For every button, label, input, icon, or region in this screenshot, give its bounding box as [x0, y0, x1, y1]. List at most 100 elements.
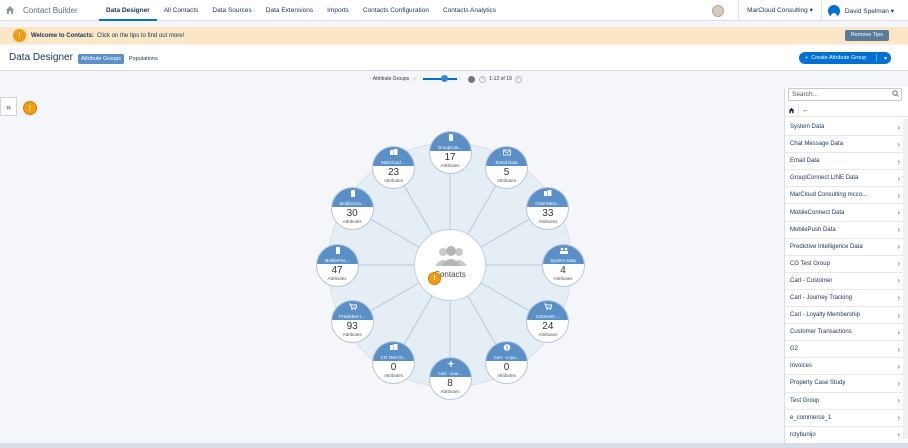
- panel-list-item[interactable]: G2 ›: [785, 341, 903, 359]
- node-name: CG Test Gr...: [380, 355, 407, 361]
- node-count: 0: [503, 362, 510, 374]
- panel-item-label: G2: [790, 346, 799, 353]
- zoom-knob[interactable]: [441, 75, 449, 82]
- remove-tips-button[interactable]: Remove Tips: [844, 30, 889, 41]
- chevron-right-icon[interactable]: ›: [897, 242, 900, 251]
- panel-list-item[interactable]: e_commerce_1 ›: [785, 410, 903, 427]
- chevron-right-icon[interactable]: ›: [897, 293, 900, 302]
- panel-list-item[interactable]: System Data ›: [785, 119, 903, 137]
- previous-page-icon[interactable]: ‹: [479, 75, 487, 83]
- chevron-right-icon[interactable]: ›: [897, 345, 900, 354]
- attribute-group-node[interactable]: System Data 4 Attributes: [541, 243, 585, 287]
- business-unit-dropdown[interactable]: MarCloud Consulting ▾: [738, 0, 821, 21]
- chevron-right-icon[interactable]: ›: [897, 208, 900, 217]
- chevron-right-icon[interactable]: ›: [897, 157, 900, 166]
- panel-list-item[interactable]: Predictive Intelligence Data ›: [785, 239, 903, 256]
- panel-item-label: Invoices: [790, 363, 813, 370]
- chevron-right-icon[interactable]: ›: [897, 413, 900, 422]
- create-attribute-group-button[interactable]: + Create Attribute Group ▾: [799, 52, 891, 64]
- panel-list-item[interactable]: MobilePush Data ›: [785, 222, 903, 239]
- lightbulb-icon[interactable]: !: [13, 29, 26, 42]
- panel-list-item[interactable]: Chat Message Data ›: [785, 136, 903, 154]
- node-header: MobileCon...: [331, 188, 373, 207]
- panel-list-item[interactable]: MobileConnect Data ›: [785, 204, 903, 222]
- panel-list-item[interactable]: Property Case Study ›: [785, 375, 903, 393]
- panel-list-item[interactable]: Carl - Loyalty Membership ›: [785, 307, 903, 325]
- center-tip-icon[interactable]: !: [428, 272, 441, 285]
- next-page-icon[interactable]: ›: [514, 75, 522, 83]
- tab-attribute-groups[interactable]: Attribute Groups: [78, 54, 125, 64]
- chevron-right-icon[interactable]: ›: [897, 276, 900, 285]
- chevron-right-icon[interactable]: ›: [897, 362, 900, 371]
- tab-data-extensions[interactable]: Data Extensions: [259, 0, 320, 21]
- panel-item-label: Carl - Journey Tracking: [790, 294, 853, 301]
- search-input[interactable]: Search...: [788, 88, 902, 101]
- attribute-group-node[interactable]: MarCloud ... 23 Attributes: [372, 145, 415, 189]
- tab-all-contacts[interactable]: All Contacts: [157, 0, 206, 21]
- plane-icon: [446, 359, 455, 367]
- chevron-right-icon[interactable]: ›: [897, 259, 900, 268]
- chevron-right-icon[interactable]: ›: [897, 379, 900, 388]
- panel-item-label: Property Case Study: [790, 380, 846, 387]
- panel-item-label: GroupConnect LINE Data: [790, 175, 859, 182]
- chevron-right-icon[interactable]: ›: [897, 430, 900, 439]
- chevron-right-icon[interactable]: ›: [897, 174, 900, 183]
- chevron-right-icon[interactable]: ›: [897, 328, 900, 337]
- panel-list-item[interactable]: Carl - Journey Tracking ›: [785, 290, 903, 308]
- chevron-right-icon[interactable]: ›: [897, 311, 900, 320]
- back-arrow-icon[interactable]: ←: [799, 104, 813, 117]
- node-unit: Attributes: [383, 373, 403, 379]
- zoom-reset-icon[interactable]: [468, 75, 476, 83]
- chevron-right-icon[interactable]: ›: [897, 225, 900, 234]
- tab-contacts-analytics[interactable]: Contacts Analytics: [436, 0, 503, 21]
- attribute-group-node[interactable]: Email Data 5 Attributes: [485, 145, 528, 189]
- node-header: MobilePus...: [316, 244, 358, 264]
- panel-list-item[interactable]: Customer Transactions ›: [785, 324, 903, 342]
- center-label: Contacts: [434, 270, 466, 279]
- attribute-group-node[interactable]: Carl - Jour... 8 Attributes: [428, 356, 472, 400]
- home-icon[interactable]: [0, 0, 20, 21]
- chevron-right-icon[interactable]: ›: [897, 140, 900, 149]
- panel-list-item[interactable]: GroupConnect LINE Data ›: [785, 170, 903, 188]
- chevron-right-icon[interactable]: ›: [897, 191, 900, 200]
- attribute-group-node[interactable]: GroupCon... 17 Attributes: [428, 130, 472, 174]
- contacts-center-node[interactable]: Contacts: [414, 229, 486, 301]
- tab-populations[interactable]: Populations: [129, 54, 158, 64]
- panel-list-item[interactable]: Carl - Customer ›: [785, 273, 903, 290]
- tab-contacts-configuration[interactable]: Contacts Configuration: [356, 0, 436, 21]
- node-header: Chat Mess...: [527, 188, 569, 207]
- expand-panel-button[interactable]: »: [0, 97, 17, 116]
- node-unit: Attributes: [383, 177, 403, 183]
- node-name: Chat Mess...: [535, 201, 561, 206]
- panel-list-item[interactable]: Invoices ›: [785, 358, 903, 376]
- tab-data-designer[interactable]: Data Designer: [99, 0, 157, 21]
- chevron-right-icon[interactable]: ›: [897, 396, 900, 405]
- home-icon[interactable]: [785, 103, 799, 117]
- page-header: Data Designer Attribute Groups Populatio…: [0, 46, 908, 71]
- panel-item-label: Email Data: [790, 158, 820, 165]
- panel-list-item[interactable]: MarCloud Consulting mcco... ›: [785, 187, 903, 205]
- panel-scrollbar[interactable]: [903, 119, 908, 439]
- node-name: MarCloud ...: [381, 159, 406, 165]
- attribute-group-node[interactable]: MobileCon... 30 Attributes: [330, 187, 374, 230]
- node-unit: Attributes: [496, 373, 516, 379]
- node-count: 24: [542, 321, 554, 332]
- tab-data-sources[interactable]: Data Sources: [205, 0, 258, 21]
- chevron-right-icon[interactable]: ›: [897, 123, 900, 132]
- search-icon[interactable]: [892, 90, 899, 97]
- attribute-group-node[interactable]: Predictive I... 93 Attributes: [330, 300, 374, 343]
- tab-imports[interactable]: Imports: [320, 0, 356, 21]
- attribute-group-node[interactable]: MobilePus... 47 Attributes: [315, 243, 359, 287]
- panel-list-item[interactable]: rctybunijo ›: [785, 427, 903, 444]
- panel-list-item[interactable]: Test Group ›: [785, 393, 903, 410]
- node-unit: Attributes: [496, 177, 516, 183]
- node-count: 8: [447, 377, 453, 389]
- chevron-down-icon[interactable]: ▾: [884, 55, 887, 62]
- node-header: System Data: [542, 244, 584, 264]
- canvas-tip-icon[interactable]: !: [23, 101, 37, 115]
- panel-list-item[interactable]: Email Data ›: [785, 153, 903, 171]
- grid-icon[interactable]: ⁘: [412, 76, 417, 83]
- zoom-slider[interactable]: [423, 75, 458, 82]
- user-menu[interactable]: David Spelman ▾: [820, 0, 908, 21]
- panel-list-item[interactable]: CG Test Group ›: [785, 256, 903, 273]
